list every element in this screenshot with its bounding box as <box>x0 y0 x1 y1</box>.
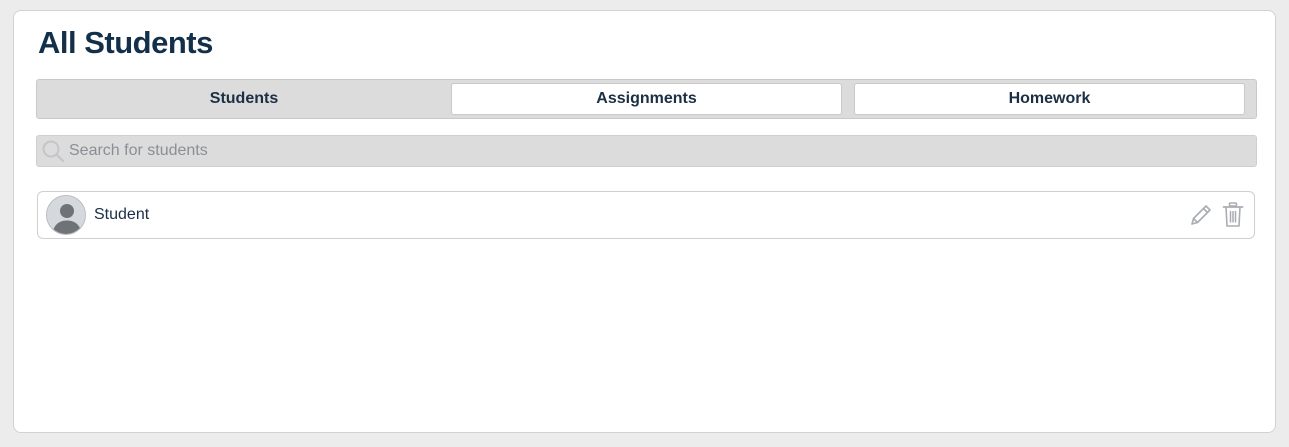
row-actions <box>1188 201 1246 229</box>
tab-assignments[interactable]: Assignments <box>451 83 842 115</box>
tab-homework[interactable]: Homework <box>854 83 1245 115</box>
search-icon <box>37 136 69 166</box>
student-name: Student <box>94 206 150 223</box>
students-card: All Students Students Assignments Homewo… <box>13 10 1276 433</box>
tab-students[interactable]: Students <box>40 83 448 115</box>
tab-bar: Students Assignments Homework <box>36 79 1257 119</box>
search-bar <box>36 135 1257 167</box>
page-title: All Students <box>38 25 213 60</box>
student-row[interactable]: Student <box>37 191 1255 239</box>
trash-icon[interactable] <box>1220 201 1246 229</box>
pencil-icon[interactable] <box>1188 201 1214 229</box>
user-avatar-icon <box>46 195 86 235</box>
search-input[interactable] <box>69 136 1256 166</box>
